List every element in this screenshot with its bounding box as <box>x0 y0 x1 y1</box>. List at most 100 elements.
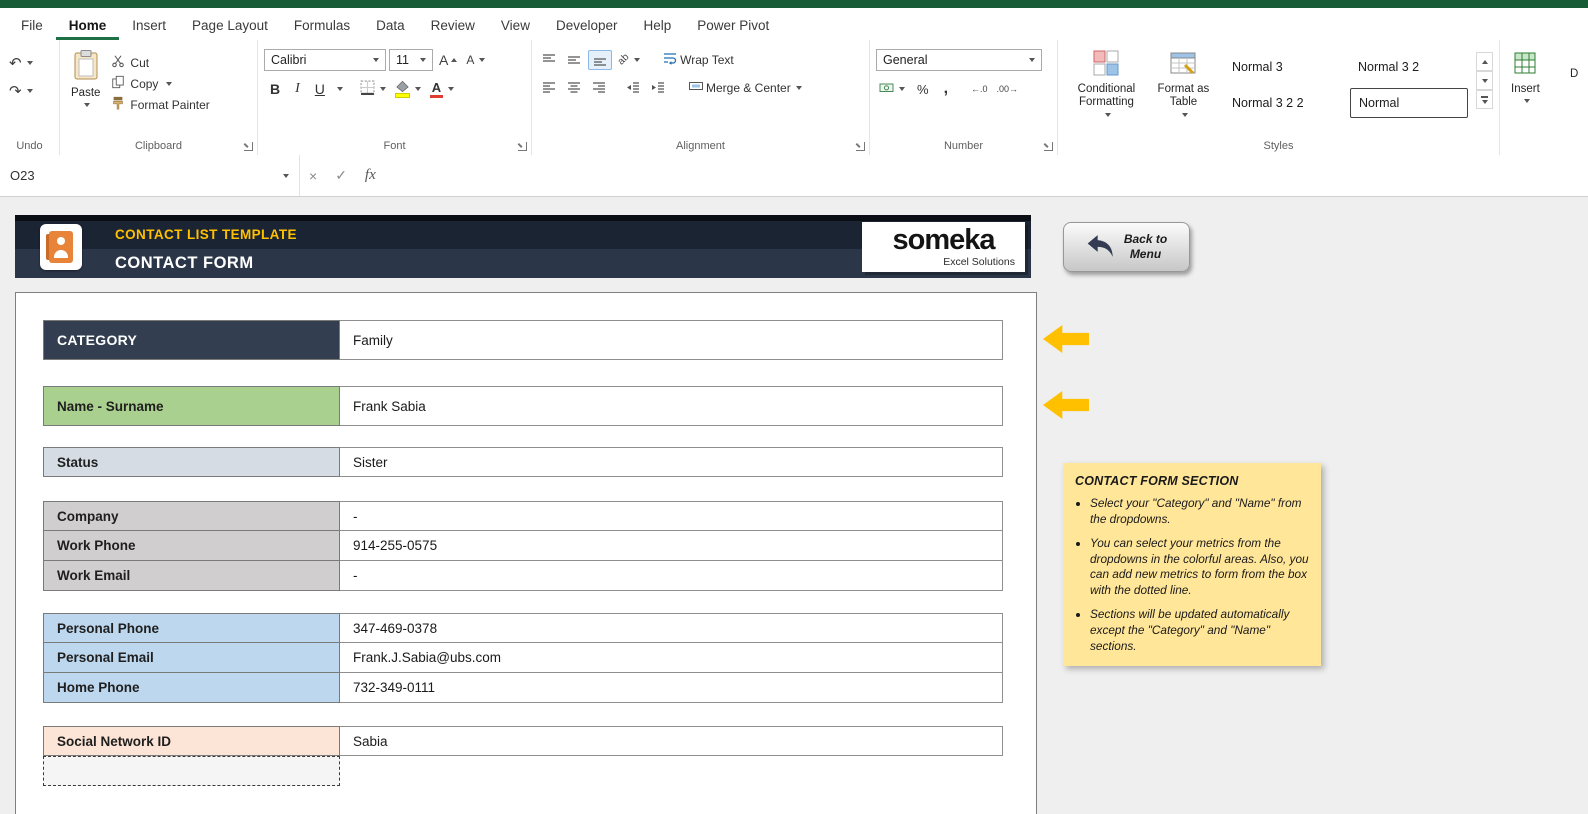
borders-button[interactable] <box>357 78 389 100</box>
fill-color-icon <box>394 80 410 98</box>
align-center-button[interactable] <box>563 79 585 97</box>
menu-tab-insert[interactable]: Insert <box>119 12 179 40</box>
menu-tab-review[interactable]: Review <box>418 12 488 40</box>
category-label-cell[interactable]: CATEGORY <box>43 320 340 360</box>
align-left-button[interactable] <box>538 79 560 97</box>
merge-center-button[interactable]: Merge & Center <box>685 77 805 98</box>
increase-decimal-button[interactable]: ←.0 <box>968 82 991 96</box>
cancel-button[interactable]: × <box>300 168 326 184</box>
underline-button[interactable]: U <box>309 79 331 99</box>
insert-function-button[interactable]: fx <box>356 167 385 184</box>
copy-button[interactable]: Copy <box>109 73 174 94</box>
social-network-value-cell[interactable]: Sabia <box>340 726 1003 756</box>
name-box[interactable]: O23 <box>0 155 300 196</box>
menu-tab-file[interactable]: File <box>8 12 56 40</box>
ribbon-group-undo: ↶ ↷ Undo <box>0 40 60 155</box>
wrap-text-button[interactable]: Wrap Text <box>659 49 737 70</box>
decrease-indent-button[interactable] <box>622 79 644 97</box>
percent-style-button[interactable]: % <box>911 80 935 99</box>
menu-tab-view[interactable]: View <box>488 12 543 40</box>
align-bottom-button[interactable] <box>588 49 612 70</box>
menu-tab-home[interactable]: Home <box>56 12 120 40</box>
menu-tab-page-layout[interactable]: Page Layout <box>179 12 281 40</box>
number-format-select[interactable]: General <box>876 49 1042 71</box>
work-phone-value-cell[interactable]: 914-255-0575 <box>340 531 1003 561</box>
contact-book-icon <box>40 224 82 270</box>
home-phone-value-cell[interactable]: 732-349-0111 <box>340 673 1003 703</box>
styles-scroll-down-button[interactable] <box>1476 71 1493 90</box>
name-surname-label-cell[interactable]: Name - Surname <box>43 386 340 426</box>
home-phone-label-cell[interactable]: Home Phone <box>43 673 340 703</box>
accounting-format-button[interactable] <box>876 79 908 99</box>
increase-indent-button[interactable] <box>647 79 669 97</box>
paste-label: Paste <box>71 87 101 100</box>
insert-cells-button[interactable]: Insert <box>1506 46 1545 107</box>
format-as-table-button[interactable]: Format as Table <box>1149 46 1218 121</box>
title-bar <box>0 0 1588 8</box>
personal-phone-label-cell[interactable]: Personal Phone <box>43 613 340 643</box>
menu-tab-power-pivot[interactable]: Power Pivot <box>684 12 782 40</box>
cell-style-normal-3[interactable]: Normal 3 <box>1224 52 1342 82</box>
cut-button[interactable]: Cut <box>109 52 151 73</box>
status-label-cell[interactable]: Status <box>43 447 340 477</box>
shrink-font-button[interactable]: A <box>463 51 488 69</box>
enter-button[interactable]: ✓ <box>326 167 356 184</box>
work-email-value-cell[interactable]: - <box>340 561 1003 591</box>
accounting-icon <box>879 81 894 97</box>
paste-button[interactable]: Paste <box>66 46 105 115</box>
menu-tab-developer[interactable]: Developer <box>543 12 631 40</box>
menu-tab-data[interactable]: Data <box>363 12 418 40</box>
back-button-label-1: Back to <box>1123 232 1168 246</box>
format-painter-button[interactable]: Format Painter <box>109 94 211 115</box>
font-size-select[interactable]: 11 <box>389 49 433 71</box>
work-phone-label-cell[interactable]: Work Phone <box>43 531 340 561</box>
styles-more-button[interactable] <box>1476 90 1493 109</box>
align-middle-button[interactable] <box>563 51 585 69</box>
status-value-cell[interactable]: Sister <box>340 447 1003 477</box>
cell-style-normal-3-2[interactable]: Normal 3 2 <box>1350 52 1468 82</box>
work-email-label-cell[interactable]: Work Email <box>43 561 340 591</box>
form-row-work-phone: Work Phone 914-255-0575 <box>43 531 1003 561</box>
back-button-label-2: Menu <box>1129 247 1162 261</box>
clipboard-icon <box>73 50 99 84</box>
menu-tab-formulas[interactable]: Formulas <box>281 12 363 40</box>
redo-button[interactable]: ↷ <box>6 80 36 102</box>
fill-color-button[interactable] <box>392 79 424 100</box>
undo-button[interactable]: ↶ <box>6 52 36 74</box>
bold-button[interactable]: B <box>264 79 286 99</box>
menu-tab-help[interactable]: Help <box>631 12 685 40</box>
personal-email-value-cell[interactable]: Frank.J.Sabia@ubs.com <box>340 643 1003 673</box>
comma-style-button[interactable]: , <box>938 78 954 100</box>
form-row-company: Company - <box>43 501 1003 531</box>
social-network-label-cell[interactable]: Social Network ID <box>43 726 340 756</box>
font-color-icon: A <box>429 81 443 98</box>
company-label-cell[interactable]: Company <box>43 501 340 531</box>
form-row-social-network: Social Network ID Sabia <box>43 726 1003 756</box>
formula-input[interactable] <box>385 155 1588 196</box>
back-to-menu-button[interactable]: Back to Menu <box>1063 222 1190 272</box>
font-color-button[interactable]: A <box>427 79 457 100</box>
styles-scroll-up-button[interactable] <box>1476 52 1493 71</box>
personal-email-label-cell[interactable]: Personal Email <box>43 643 340 673</box>
font-name-select[interactable]: Calibri <box>264 49 386 71</box>
category-value-cell[interactable]: Family <box>340 320 1003 360</box>
ribbon-group-styles: Conditional Formatting Format as Table N… <box>1058 40 1500 155</box>
cell-style-normal[interactable]: Normal <box>1350 88 1468 118</box>
note-bullet: Select your "Category" and "Name" from t… <box>1090 496 1309 527</box>
company-value-cell[interactable]: - <box>340 501 1003 531</box>
align-top-button[interactable] <box>538 51 560 69</box>
cell-style-normal-3-2-2[interactable]: Normal 3 2 2 <box>1224 88 1342 118</box>
personal-phone-value-cell[interactable]: 347-469-0378 <box>340 613 1003 643</box>
conditional-formatting-button[interactable]: Conditional Formatting <box>1064 46 1149 121</box>
new-metric-cell[interactable] <box>43 756 340 786</box>
align-right-button[interactable] <box>588 79 610 97</box>
decrease-decimal-button[interactable]: .00→ <box>994 82 1022 96</box>
ribbon-group-font: Calibri 11 A A B I U A Font <box>258 40 532 155</box>
styles-gallery-scroll <box>1476 52 1493 109</box>
italic-button[interactable]: I <box>289 79 306 99</box>
grow-font-button[interactable]: A <box>436 50 460 70</box>
name-surname-value-cell[interactable]: Frank Sabia <box>340 386 1003 426</box>
form-row-category: CATEGORY Family <box>43 320 1003 360</box>
copy-label: Copy <box>130 76 159 91</box>
orientation-button[interactable]: ab <box>615 52 643 67</box>
